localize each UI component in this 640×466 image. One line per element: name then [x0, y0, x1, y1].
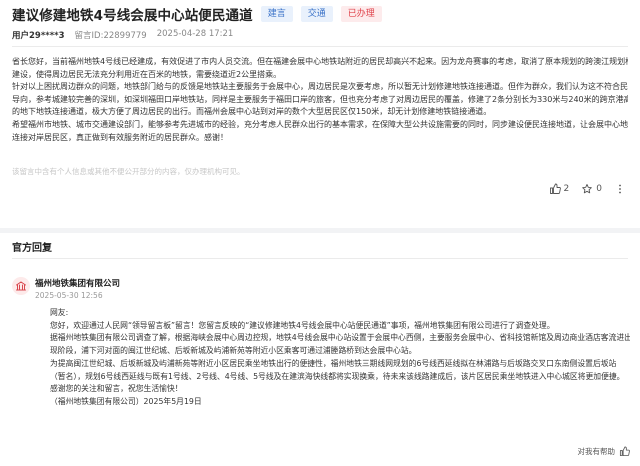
- title-row: 建议修建地铁4号线会展中心站便民通道 建言 交通 已办理: [12, 4, 382, 24]
- thumbs-up-icon: [619, 446, 630, 457]
- helpful-label: 对我有帮助: [577, 447, 616, 456]
- reply-line: （福州地铁集团有限公司）2025年5月19日: [50, 396, 202, 406]
- body-line: 希望福州市地铁、城市交通建设部门，能够参考先进城市的经验，充分考虑人民群众出行的…: [12, 119, 628, 129]
- privacy-note: 该留言中含有个人信息或其他不便公开部分的内容，仅办理机构可见。: [12, 167, 245, 176]
- reply-line: 感谢您的关注和留言，祝您生活愉快！: [50, 384, 183, 394]
- divider: [12, 46, 628, 47]
- tag-suggestion[interactable]: 建言: [260, 6, 293, 22]
- message-id: 留言ID:22899779: [74, 31, 147, 41]
- reply-body: 网友: 您好，欢迎通过人民网“领导留言板”留言！您留言反映的“建议修建地铁4号线…: [50, 307, 630, 409]
- more-icon: [619, 184, 621, 194]
- comment-count: 0: [596, 184, 602, 194]
- reply-line: 为提高闽江世纪城、后坂新城及屿浦新苑等附近小区居民乘坐地铁出行的便捷性，福州地铁…: [50, 358, 617, 368]
- body-line: 建设，使得周边居民无法充分利用近在百米的地铁，需要绕道近2公里搭乘。: [12, 69, 282, 79]
- reply-date: 2025-05-30 12:56: [35, 291, 103, 300]
- like-count: 2: [563, 184, 570, 194]
- tag-traffic[interactable]: 交通: [300, 6, 333, 22]
- reply-line: 您好，欢迎通过人民网“领导留言板”留言！您留言反映的“建议修建地铁4号线会展中心…: [50, 320, 555, 330]
- body-line: 导向，参考城建较完善的深圳，如深圳福田口岸地铁站，同样是主要服务于福田口岸的旅客…: [12, 94, 628, 104]
- comment-button[interactable]: 0: [581, 183, 602, 195]
- message-card: 建议修建地铁4号线会展中心站便民通道 建言 交通 已办理 用户29****3 留…: [0, 0, 640, 228]
- more-button[interactable]: [614, 183, 626, 195]
- reply-line: 现阶段，浦下河对面的闽江世纪城、后坂新城及屿浦新苑等附近小区乘客可通过浦塍路桥到…: [50, 346, 417, 356]
- org-logo: [12, 277, 30, 295]
- body-line: 的地下地铁连接通道，极大方便了周边居民的出行。而福州会展中心站到对岸的数个大型居…: [12, 107, 492, 117]
- user-name: 用户29****3: [12, 31, 65, 41]
- reply-line: 网友:: [50, 308, 69, 317]
- status-badge: 已办理: [340, 6, 382, 22]
- thumbs-up-icon: [549, 183, 561, 194]
- body-line: 针对以上困扰周边群众的问题，地铁部门给与的反馈是地铁站主要服务于会展中心，周边居…: [12, 82, 628, 92]
- body-line: 省长您好，当前福州地铁4号线已经建成，有效促进了市内人员交流。但在福建会展中心地…: [12, 57, 628, 66]
- reply-line: （暂名），规划6号线西延线与既有1号线、2号线、4号线、5号线及在建滨海快线都将…: [50, 371, 625, 381]
- post-meta: 用户29****3 留言ID:22899779 2025-04-28 17:21: [12, 29, 233, 41]
- message-body: 省长您好，当前福州地铁4号线已经建成，有效促进了市内人员交流。但在福建会展中心地…: [12, 56, 628, 144]
- official-reply-card: 官方回复 福州地铁集团有限公司 2025-05-30 12:56 网友: 您好，…: [0, 233, 640, 466]
- post-time: 2025-04-28 17:21: [156, 29, 234, 39]
- reply-org-name: 福州地铁集团有限公司: [35, 279, 121, 289]
- comment-icon: [582, 184, 593, 194]
- reply-section-title: 官方回复: [12, 243, 52, 254]
- divider: [12, 258, 628, 259]
- reply-line: 据福州地铁集团有限公司调查了解，根据海峡会展中心周边控规，地铁4号线会展中心站设…: [50, 333, 630, 343]
- like-button[interactable]: 2: [549, 183, 570, 195]
- body-line: 连接对岸居民区，真正做到有效服务附近的居民群众。感谢！: [12, 132, 228, 142]
- post-actions: 2 0: [549, 183, 626, 195]
- helpful-button[interactable]: 对我有帮助: [578, 446, 631, 457]
- building-icon: [16, 281, 26, 291]
- page-title: 建议修建地铁4号线会展中心站便民通道: [12, 8, 253, 24]
